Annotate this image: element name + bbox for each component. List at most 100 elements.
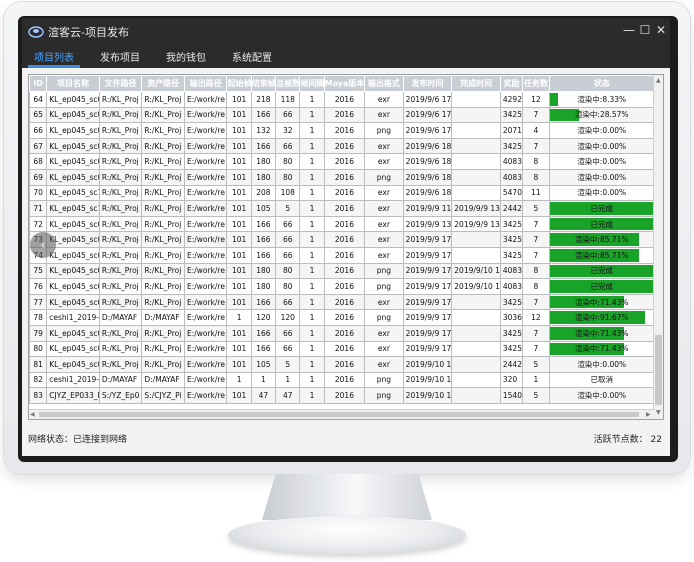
maximize-button[interactable]: ☐ [638, 23, 652, 37]
cell-out: E:/work/re [183, 231, 228, 248]
horizontal-scroll-thumb[interactable] [39, 412, 639, 417]
column-header[interactable]: 结束帧 [250, 75, 277, 92]
cell-tasks: 7 [522, 215, 550, 233]
close-button[interactable]: ✕ [654, 23, 668, 37]
status-text: 渲染中:0.00% [577, 141, 627, 151]
cell-done [451, 153, 501, 170]
table-row[interactable]: 82 ceshi1_2019- D:/MAYAF D:/MAYAF E:/work/re… [29, 371, 655, 389]
table-row[interactable]: 74KL_ep045_sc0R:/KL_ProjR:/KL_ProjE:/wor… [29, 246, 655, 264]
cell-reward: 3425 [499, 324, 524, 342]
cell-name: CJYZ_EP033_I [46, 387, 100, 404]
cell-tasks: 8 [522, 168, 550, 186]
status-text: 渲染中:0.00% [577, 125, 627, 135]
table-row[interactable]: 81 KL_ep045_sc0 R:/KL_Proj R:/KL_Proj E:/wor… [29, 356, 655, 373]
cell-reward: 3425 [499, 137, 524, 155]
table-row[interactable]: 76 KL_ep045_sc0 R:/KL_Proj R:/KL_Proj E:/wor… [29, 278, 655, 295]
table-row[interactable]: 72 KL_ep045_sc0 R:/KL_Proj R:/KL_Proj E:/wor… [29, 215, 655, 233]
status-text: 渲染中:91.67% [574, 313, 629, 323]
column-header[interactable]: 总帧数 [275, 75, 301, 92]
table-row[interactable]: 70 KL_ep045_sc1 R:/KL_Proj R:/KL_Proj E:/wor… [29, 184, 655, 202]
cell-reward: 3425 [499, 231, 524, 248]
table-row[interactable]: 75 KL_ep045_sc0 R:/KL_Proj R:/KL_Proj E:/wor… [29, 262, 655, 280]
cell-fmt: exr [364, 137, 404, 155]
cell-id: 76 [29, 278, 48, 295]
horizontal-scrollbar[interactable]: ◀ ▶ [29, 409, 655, 419]
cell-asset: R:/KL_Proj [141, 168, 185, 186]
cell-fmt: exr [364, 153, 404, 170]
active-nodes-count: 活跃节点数： 22 [593, 435, 662, 445]
tab-system-settings[interactable]: 系统配置 [232, 49, 272, 64]
status-text: 渲染中:71.43% [574, 344, 629, 354]
column-header[interactable]: 奖励 [499, 75, 524, 92]
cell-end: 166 [250, 246, 277, 264]
cell-reward: 5470 [499, 184, 524, 202]
cell-pub: 2019/9/6 17 [402, 122, 453, 139]
column-header[interactable]: 项目名称 [46, 75, 100, 92]
table-row[interactable]: 65 KL_ep045_sc0 R:/KL_Proj R:/KL_Proj E:/wor… [29, 106, 655, 124]
column-header[interactable]: 任务数 [522, 75, 550, 92]
cell-step: 1 [299, 106, 325, 124]
cell-total: 118 [275, 91, 301, 108]
table-row[interactable]: 80 KL_ep045_sc0 R:/KL_Proj R:/KL_Proj E:/wor… [29, 340, 655, 358]
column-header[interactable]: 文件路径 [98, 75, 143, 92]
column-header[interactable]: ID [29, 75, 48, 92]
table-row[interactable]: 68 KL_ep045_sc0 R:/KL_Proj R:/KL_Proj E:/wor… [29, 153, 655, 170]
minimize-button[interactable]: — [622, 23, 636, 37]
cell-step: 1 [299, 356, 325, 373]
tab-publish-project[interactable]: 发布项目 [100, 49, 140, 64]
tab-my-wallet[interactable]: 我的钱包 [166, 49, 206, 64]
table-row[interactable]: 73KL_ep045_sc0R:/KL_ProjR:/KL_ProjE:/wor… [29, 231, 655, 248]
status-text: 渲染中:85.71% [574, 250, 629, 260]
column-header[interactable]: Maya版本 [323, 75, 366, 92]
tab-project-list[interactable]: 项目列表 [34, 49, 74, 64]
cell-tasks: 7 [522, 137, 550, 155]
column-header[interactable]: 发布时间 [402, 75, 453, 92]
column-header[interactable]: 起始帧 [226, 75, 252, 92]
project-table: ID 项目名称 文件路径 资产路径 输出路径 起始帧 结束帧 总帧数 帧间隔 Maya版本 输出格式… [29, 75, 655, 404]
cell-total: 5 [275, 200, 301, 217]
scroll-down-icon[interactable]: ▼ [656, 409, 661, 416]
cell-asset: R:/KL_Proj [141, 324, 185, 342]
cell-asset: D:/MAYAF [141, 309, 185, 326]
cell-fmt: exr [364, 231, 404, 248]
cell-name: KL_ep045_sc0 [46, 91, 100, 108]
scroll-left-icon[interactable]: ◀ [30, 411, 35, 418]
cell-pub: 2019/9/9 17 [402, 293, 453, 311]
column-header[interactable]: 完成时间 [451, 75, 501, 92]
cell-end: 166 [250, 106, 277, 124]
carousel-prev-icon[interactable]: ‹ [30, 232, 56, 258]
cell-total: 108 [275, 184, 301, 202]
vertical-scroll-thumb[interactable] [655, 335, 662, 405]
table-row[interactable]: 66 KL_ep045_sc0 R:/KL_Proj R:/KL_Proj E:/wor… [29, 122, 655, 139]
cell-start: 101 [226, 122, 252, 139]
column-header[interactable]: 状态 [548, 75, 655, 92]
table-row[interactable]: 64 KL_ep045_sc0 R:/KL_Proj R:/KL_Proj E:/wor… [29, 91, 655, 108]
cell-status: 渲染中:85.71% [548, 231, 655, 248]
table-row[interactable]: 71 KL_ep045_sc1 R:/KL_Proj R:/KL_Proj E:/wor… [29, 200, 655, 217]
column-header[interactable]: 输出格式 [364, 75, 404, 92]
column-header[interactable]: 输出路径 [183, 75, 228, 92]
cell-step: 1 [299, 91, 325, 108]
cell-out: E:/work/re [183, 91, 228, 108]
cell-tasks: 12 [522, 309, 550, 326]
status-text: 渲染中:28.57% [574, 110, 629, 120]
table-row[interactable]: 78 ceshi1_2019- D:/MAYAF D:/MAYAF E:/work/re… [29, 309, 655, 326]
cell-out: E:/work/re [183, 293, 228, 311]
table-row[interactable]: 83 CJYZ_EP033_I S:/YZ_Ep0 S:/CJYZ_Pi E:/work… [29, 387, 655, 404]
scroll-up-icon[interactable]: ▲ [656, 77, 661, 84]
table-row[interactable]: 67 KL_ep045_sc0 R:/KL_Proj R:/KL_Proj E:/wor… [29, 137, 655, 155]
table-row[interactable]: 69 KL_ep045_sc0 R:/KL_Proj R:/KL_Proj E:/wor… [29, 168, 655, 186]
cell-end: 166 [250, 324, 277, 342]
cell-total: 5 [275, 356, 301, 373]
scroll-right-icon[interactable]: ▶ [646, 411, 651, 418]
status-text: 渲染中:71.43% [574, 297, 629, 307]
cell-done [451, 309, 501, 326]
cell-file: R:/KL_Proj [98, 153, 143, 170]
cell-done: 2019/9/9 13 [451, 200, 501, 217]
column-header[interactable]: 资产路径 [141, 75, 185, 92]
cell-maya: 2016 [323, 356, 366, 373]
column-header[interactable]: 帧间隔 [299, 75, 325, 92]
table-row[interactable]: 77 KL_ep045_sc0 R:/KL_Proj R:/KL_Proj E:/wor… [29, 293, 655, 311]
table-row[interactable]: 79 KL_ep045_sc0 R:/KL_Proj R:/KL_Proj E:/wor… [29, 324, 655, 342]
vertical-scrollbar[interactable]: ▲ ▼ [653, 75, 663, 419]
